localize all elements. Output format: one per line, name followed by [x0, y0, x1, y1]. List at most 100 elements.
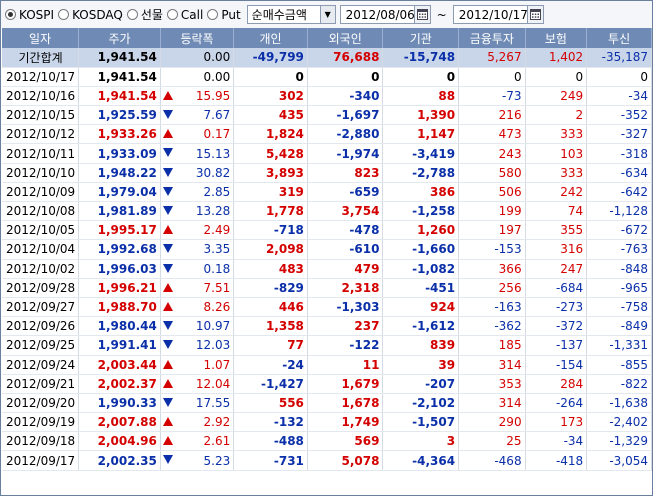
start-date-field[interactable]: 2012/08/06	[339, 5, 431, 24]
table-row[interactable]: 2012/10/02 1,996.03 0.18 483 479 -1,082 366 247…	[2, 259, 652, 279]
row-change: 30.82	[160, 163, 235, 183]
row-date: 2012/10/09	[2, 182, 80, 203]
table-row[interactable]: 2012/10/04 1,992.68 3.35 2,098 -610 -1,660 -15…	[2, 239, 652, 260]
row-investment-trust: -965	[586, 278, 652, 298]
up-arrow-icon	[162, 225, 173, 235]
row-foreign: -340	[307, 86, 384, 107]
radio-dot-icon	[58, 9, 70, 20]
summary-price: 1,941.54	[78, 48, 161, 68]
row-change-value: 5.23	[203, 453, 231, 468]
column-header-individual[interactable]: 개인	[233, 28, 308, 48]
up-arrow-icon	[162, 417, 173, 427]
radio-call[interactable]: Call	[166, 8, 203, 22]
radio-put[interactable]: Put	[207, 8, 241, 22]
amount-type-select[interactable]: 순매수금액 ▼	[246, 5, 336, 24]
row-individual: 1,358	[233, 316, 308, 337]
row-date: 2012/09/27	[2, 297, 80, 318]
row-financial-investment: 0	[458, 67, 526, 87]
row-foreign: -2,880	[307, 124, 384, 145]
row-institution: -207	[382, 374, 460, 394]
summary-change: 0.00	[160, 48, 235, 68]
row-institution: -1,507	[382, 412, 460, 433]
radio-kospi[interactable]: KOSPI	[5, 8, 54, 22]
row-financial-investment: -163	[458, 297, 526, 318]
radio-kosdaq[interactable]: KOSDAQ	[58, 8, 123, 22]
row-foreign: 823	[307, 163, 384, 183]
summary-row[interactable]: 기간합계 1,941.54 0.00 -49,799 76,688 -15,74…	[2, 48, 652, 68]
summary-investment-trust: -35,187	[586, 48, 652, 68]
column-header-change[interactable]: 등락폭	[160, 28, 235, 48]
row-institution: -1,660	[382, 239, 460, 260]
row-individual: 77	[233, 335, 308, 356]
table-row[interactable]: 2012/09/26 1,980.44 10.97 1,358 237 -1,612 -36…	[2, 316, 652, 337]
row-financial-investment: 216	[458, 105, 526, 126]
row-institution: -1,082	[382, 259, 460, 279]
column-header-date[interactable]: 일자	[2, 28, 80, 48]
row-price: 2,007.88	[78, 412, 161, 433]
row-date: 2012/09/19	[2, 412, 80, 433]
row-change-value: 0.00	[203, 69, 231, 84]
down-arrow-icon	[162, 263, 173, 273]
row-change-value: 2.85	[203, 184, 231, 199]
column-header-price[interactable]: 주가	[78, 28, 161, 48]
row-investment-trust: -1,331	[586, 335, 652, 356]
table-row[interactable]: 2012/10/12 1,933.26 0.17 1,824 -2,880 1,147 47…	[2, 124, 652, 145]
row-change-value: 13.28	[195, 204, 231, 219]
table-row[interactable]: 2012/09/19 2,007.88 2.92 -132 1,749 -1,507 290…	[2, 412, 652, 433]
row-investment-trust: -848	[586, 259, 652, 279]
summary-foreign: 76,688	[307, 48, 384, 68]
row-individual: -488	[233, 431, 308, 452]
row-investment-trust: -822	[586, 374, 652, 394]
table-row[interactable]: 2012/10/09 1,979.04 2.85 319 -659 386 506 242 -6…	[2, 182, 652, 203]
radio-dot-icon	[166, 9, 178, 20]
table-row[interactable]: 2012/09/24 2,003.44 1.07 -24 11 39 314 -154 -855	[2, 355, 652, 375]
table-row[interactable]: 2012/09/28 1,996.21 7.51 -829 2,318 -451 256 -6…	[2, 278, 652, 298]
table-row[interactable]: 2012/09/17 2,002.35 5.23 -731 5,078 -4,364 -46…	[2, 450, 652, 471]
table-row[interactable]: 2012/10/15 1,925.59 7.67 435 -1,697 1,390 216 2…	[2, 105, 652, 126]
row-date: 2012/09/25	[2, 335, 80, 356]
column-header-insurance[interactable]: 보험	[525, 28, 588, 48]
row-change-value: 2.92	[203, 415, 231, 430]
column-header-investment-trust[interactable]: 투신	[586, 28, 652, 48]
column-header-financial-investment[interactable]: 금융투자	[458, 28, 526, 48]
dropdown-arrow-icon[interactable]: ▼	[319, 6, 335, 23]
up-arrow-icon	[162, 90, 173, 100]
row-date: 2012/09/17	[2, 450, 80, 471]
down-arrow-icon	[162, 397, 173, 407]
table-row[interactable]: 2012/10/10 1,948.22 30.82 3,893 823 -2,788 580…	[2, 163, 652, 183]
row-date: 2012/09/18	[2, 431, 80, 452]
column-header-foreign[interactable]: 외국인	[307, 28, 384, 48]
row-insurance: -34	[525, 431, 588, 452]
row-insurance: 103	[525, 143, 588, 164]
table-row[interactable]: 2012/09/20 1,990.33 17.55 556 1,678 -2,102 314…	[2, 393, 652, 414]
table-row[interactable]: 2012/10/16 1,941.54 15.95 302 -340 88 -73 249 -3…	[2, 86, 652, 107]
table-row[interactable]: 2012/10/08 1,981.89 13.28 1,778 3,754 -1,258 1…	[2, 201, 652, 222]
row-investment-trust: -634	[586, 163, 652, 183]
row-change-value: 0.18	[203, 261, 231, 276]
row-change-value: 7.51	[203, 280, 231, 295]
row-institution: 0	[382, 67, 460, 87]
row-foreign: 479	[307, 259, 384, 279]
row-individual: 2,098	[233, 239, 308, 260]
calendar-icon[interactable]	[413, 6, 430, 23]
row-change: 0.00	[160, 67, 235, 87]
row-institution: -4,364	[382, 450, 460, 471]
radio-futures[interactable]: 선물	[126, 6, 163, 23]
table-row[interactable]: 2012/09/25 1,991.41 12.03 77 -122 839 185 -137-…	[2, 335, 652, 356]
table-row[interactable]: 2012/10/05 1,995.17 2.49 -718 -478 1,260 197 35…	[2, 220, 652, 241]
radio-dot-icon	[126, 9, 138, 20]
row-investment-trust: -849	[586, 316, 652, 337]
end-date-field[interactable]: 2012/10/17	[452, 5, 544, 24]
column-header-institution[interactable]: 기관	[382, 28, 460, 48]
row-institution: -2,102	[382, 393, 460, 414]
table-row[interactable]: 2012/10/17 1,941.54 0.00 0 0 0 0 0 0	[2, 67, 652, 87]
table-row[interactable]: 2012/09/27 1,988.70 8.26 446 -1,303 924 -163 -2…	[2, 297, 652, 318]
date-range-separator: ~	[436, 7, 447, 22]
row-investment-trust: -352	[586, 105, 652, 126]
row-date: 2012/10/10	[2, 163, 80, 183]
row-institution: -451	[382, 278, 460, 298]
table-row[interactable]: 2012/10/11 1,933.09 15.13 5,428 -1,974 -3,419…	[2, 143, 652, 164]
calendar-icon[interactable]	[526, 6, 543, 23]
table-row[interactable]: 2012/09/18 2,004.96 2.61 -488 569 3 25 -34 -1,32…	[2, 431, 652, 452]
table-row[interactable]: 2012/09/21 2,002.37 12.04 -1,427 1,679 -207 35…	[2, 374, 652, 394]
